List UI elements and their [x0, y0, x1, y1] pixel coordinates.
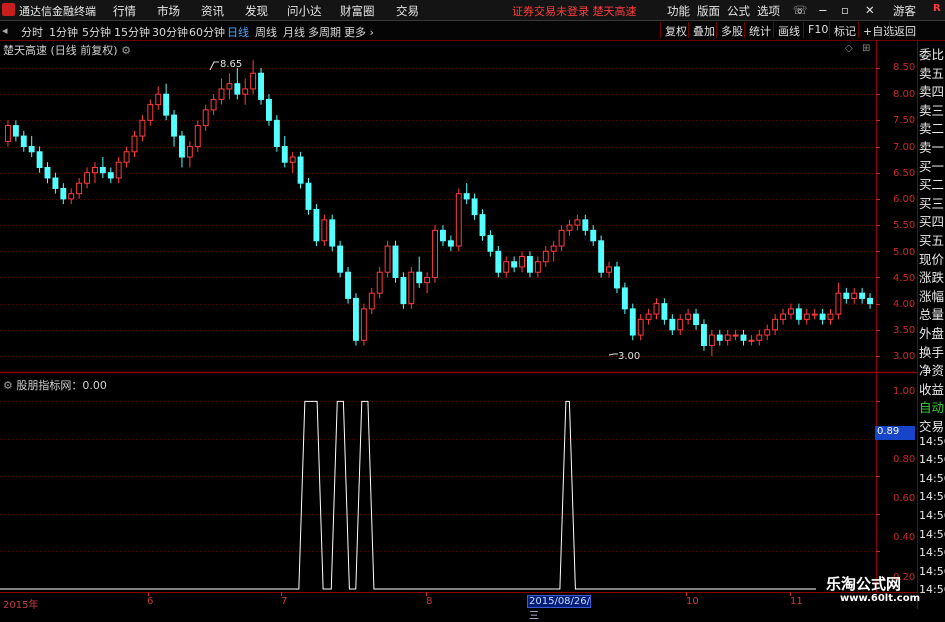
quote-field-label: 卖三 [919, 102, 945, 118]
quote-field-label: 总量 [919, 307, 945, 323]
quote-field-label: 外盘 [919, 326, 945, 341]
x-label: 7 [281, 596, 288, 607]
y-tick: 6.00 [893, 194, 916, 205]
quote-field-label: 买二 [919, 177, 945, 193]
indicator-line [0, 400, 816, 590]
indicator-current-value: 0.89 [875, 426, 915, 440]
main-chart-title: 楚天高速 (日线 前复权) ⚙ [3, 44, 131, 57]
quote-field-label: 换手 [919, 344, 945, 360]
tick-time-label: 14:56 [919, 546, 945, 560]
ind-y-tick: 0.80 [893, 454, 916, 465]
y-tick: 3.00 [893, 351, 916, 362]
tick-time-label: 14:56 [919, 509, 945, 522]
y-tick: 4.50 [893, 273, 916, 284]
x-label: 11 [790, 596, 803, 607]
y-tick: 8.50 [893, 62, 916, 73]
tick-time-label: 14:56 [919, 527, 945, 541]
quote-field-label: 收益 [919, 381, 945, 397]
x-label: 8 [426, 596, 433, 607]
quote-field-label: 现价 [919, 251, 945, 267]
collapse-icon[interactable]: ⊞ [862, 43, 870, 54]
y-tick: 8.00 [893, 89, 916, 100]
quote-field-label: 买一 [919, 158, 945, 174]
date-cursor-label: 2015/08/26/三 [527, 595, 591, 622]
quote-field-label: 卖二 [919, 121, 945, 137]
quote-field-label: 买四 [919, 214, 945, 230]
quote-field-label: 买三 [919, 195, 945, 211]
quote-field-label[interactable]: 自动 [919, 397, 944, 416]
y-tick: 4.00 [893, 299, 916, 310]
quote-field-label: 卖一 [919, 140, 945, 155]
low-price-label: 3.00 [618, 351, 641, 362]
indicator-chart[interactable] [0, 0, 945, 609]
chart-settings-icon: ⚙ [121, 44, 131, 57]
quote-field-label: 买五 [919, 233, 945, 248]
quote-field-label: 净资 [919, 363, 945, 379]
ind-y-tick: 1.00 [893, 386, 916, 397]
y-tick: 5.00 [893, 247, 916, 258]
expand-icon[interactable]: ◇ [845, 43, 853, 54]
quote-field-label[interactable]: 交易 [919, 416, 944, 435]
indicator-title[interactable]: ⚙ 股朋指标网：0.00 [3, 377, 107, 393]
quote-field-label: 卖五 [919, 65, 945, 81]
tick-time-label: 14:56 [919, 490, 945, 504]
quote-field-label: 涨跌 [919, 270, 945, 286]
tick-time-label: 14:56 [919, 564, 945, 578]
tick-time-label: 14:56 [919, 471, 945, 485]
tick-time-label: 14:56 [919, 583, 945, 597]
quote-field-label: 卖四 [919, 84, 945, 100]
y-tick: 6.50 [893, 168, 916, 179]
tick-time-label: 14:56 [919, 453, 945, 467]
y-tick: 7.50 [893, 115, 916, 126]
quote-field-label: 涨幅 [919, 288, 945, 304]
x-label: 10 [686, 596, 699, 607]
watermark-title: 乐淘公式网 [826, 575, 902, 593]
quote-field-label: 委比 [919, 47, 945, 62]
y-tick: 3.50 [893, 325, 916, 336]
y-tick: 5.50 [893, 220, 916, 231]
ind-y-tick: 0.40 [893, 532, 916, 543]
indicator-settings-icon: ⚙ [3, 379, 13, 392]
watermark-url: www.60lt.com [840, 593, 921, 604]
tick-time-label: 14:56 [919, 434, 945, 448]
x-label: 6 [147, 596, 154, 607]
high-price-label: 8.65 [220, 59, 243, 70]
ind-y-tick: 0.60 [893, 493, 916, 504]
y-tick: 7.00 [893, 142, 916, 153]
